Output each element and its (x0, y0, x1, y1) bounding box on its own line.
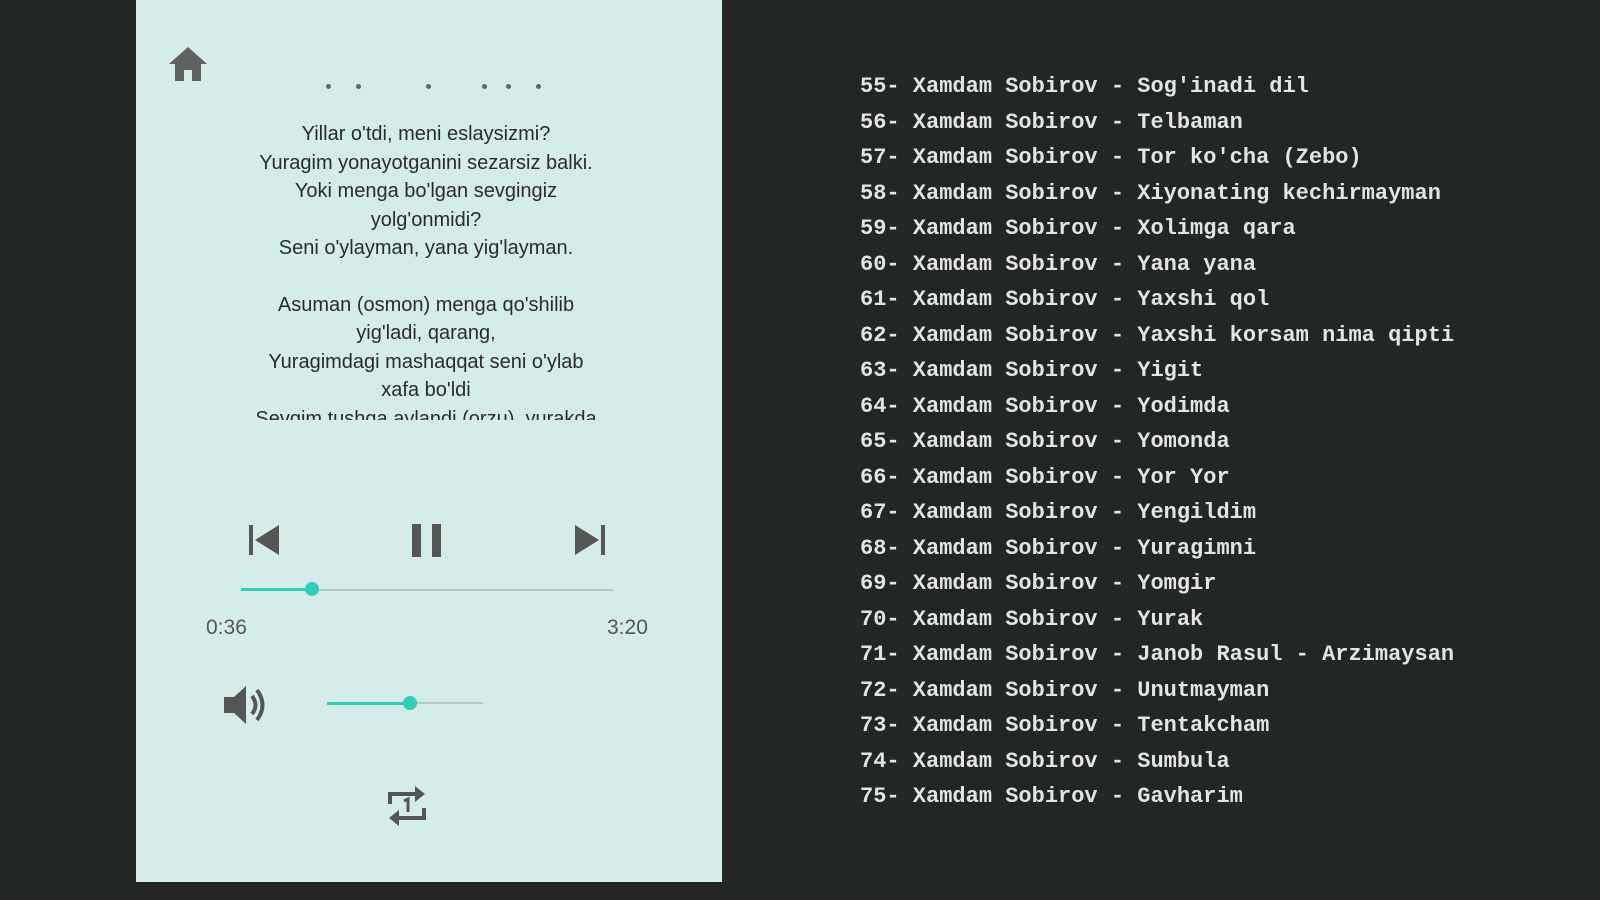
total-time: 3:20 (607, 616, 648, 639)
playlist-item[interactable]: 75- Xamdam Sobirov - Gavharim (860, 782, 1454, 818)
volume-button[interactable] (220, 680, 272, 735)
lyrics-stanza: Asuman (osmon) menga qo'shilib yig'ladi,… (216, 291, 636, 421)
lyrics-line: Yillar o'tdi, meni eslaysizmi? (301, 123, 551, 145)
lyrics-line: Yuragim yonayotganini sezarsiz balki. (259, 151, 593, 174)
playlist-item[interactable]: 57- Xamdam Sobirov - Tor ko'cha (Zebo) (860, 143, 1454, 179)
playlist-item[interactable]: 60- Xamdam Sobirov - Yana yana (860, 250, 1454, 286)
lyrics-view: Yillar o'tdi, meni eslaysizmi? Yuragim y… (216, 120, 636, 420)
playlist-item[interactable]: 63- Xamdam Sobirov - Yigit (860, 356, 1454, 392)
playlist-item[interactable]: 62- Xamdam Sobirov - Yaxshi korsam nima … (860, 321, 1454, 357)
repeat-one-icon (388, 786, 426, 826)
lyrics-line: yig'ladi, qarang, (356, 322, 496, 344)
player-panel: Yillar o'tdi, meni eslaysizmi? Yuragim y… (136, 0, 722, 882)
app-screen: Yillar o'tdi, meni eslaysizmi? Yuragim y… (0, 0, 1568, 882)
playlist-item[interactable]: 68- Xamdam Sobirov - Yuragimni (860, 534, 1454, 570)
seek-progress-fill (241, 588, 312, 591)
lyrics-line: xafa bo'ldi (381, 379, 471, 401)
playlist: 55- Xamdam Sobirov - Sog'inadi dil 56- X… (860, 72, 1454, 818)
playlist-item[interactable]: 69- Xamdam Sobirov - Yomgir (860, 569, 1454, 605)
playlist-item[interactable]: 65- Xamdam Sobirov - Yomonda (860, 427, 1454, 463)
seek-thumb[interactable] (304, 582, 319, 596)
skip-previous-icon (249, 525, 279, 555)
lyrics-line: Yuragimdagi mashaqqat seni o'ylab (268, 350, 584, 373)
playlist-item[interactable]: 70- Xamdam Sobirov - Yurak (860, 605, 1454, 641)
playlist-item[interactable]: 64- Xamdam Sobirov - Yodimda (860, 392, 1454, 428)
playlist-item[interactable]: 71- Xamdam Sobirov - Janob Rasul - Arzim… (860, 640, 1454, 676)
next-button[interactable] (570, 520, 610, 565)
lyrics-line: Sevgim tushga aylandi (orzu), yurakda (255, 407, 597, 421)
volume-icon (224, 686, 265, 724)
lyrics-line: Asuman (osmon) menga qo'shilib (277, 293, 575, 316)
seek-bar[interactable] (241, 582, 613, 596)
skip-next-icon (575, 525, 605, 555)
track-title-placeholder (316, 84, 556, 96)
volume-thumb[interactable] (402, 696, 417, 710)
playlist-item[interactable]: 67- Xamdam Sobirov - Yengildim (860, 498, 1454, 534)
playlist-item[interactable]: 56- Xamdam Sobirov - Telbaman (860, 108, 1454, 144)
elapsed-time: 0:36 (206, 616, 247, 639)
playlist-item[interactable]: 72- Xamdam Sobirov - Unutmayman (860, 676, 1454, 712)
volume-slider[interactable] (327, 696, 483, 710)
lyrics-line: Seni o'ylayman, yana yig'layman. (278, 237, 574, 259)
pause-button[interactable] (408, 520, 446, 565)
playlist-item[interactable]: 58- Xamdam Sobirov - Xiyonating kechirma… (860, 179, 1454, 215)
lyrics-line: yolg'onmidi? (370, 208, 482, 231)
home-button[interactable] (166, 44, 210, 84)
playlist-item[interactable]: 74- Xamdam Sobirov - Sumbula (860, 747, 1454, 783)
playlist-item[interactable]: 55- Xamdam Sobirov - Sog'inadi dil (860, 72, 1454, 108)
pause-icon (412, 524, 441, 557)
playlist-item[interactable]: 73- Xamdam Sobirov - Tentakcham (860, 711, 1454, 747)
playlist-item[interactable]: 66- Xamdam Sobirov - Yor Yor (860, 463, 1454, 499)
playlist-item[interactable]: 59- Xamdam Sobirov - Xolimga qara (860, 214, 1454, 250)
lyrics-line: Yoki menga bo'lgan sevgingiz (294, 180, 558, 202)
lyrics-stanza: Yillar o'tdi, meni eslaysizmi? Yuragim y… (216, 120, 636, 263)
previous-button[interactable] (244, 520, 284, 565)
volume-level-fill (327, 702, 410, 705)
repeat-button[interactable] (384, 780, 430, 837)
playlist-item[interactable]: 61- Xamdam Sobirov - Yaxshi qol (860, 285, 1454, 321)
home-icon (169, 47, 207, 81)
